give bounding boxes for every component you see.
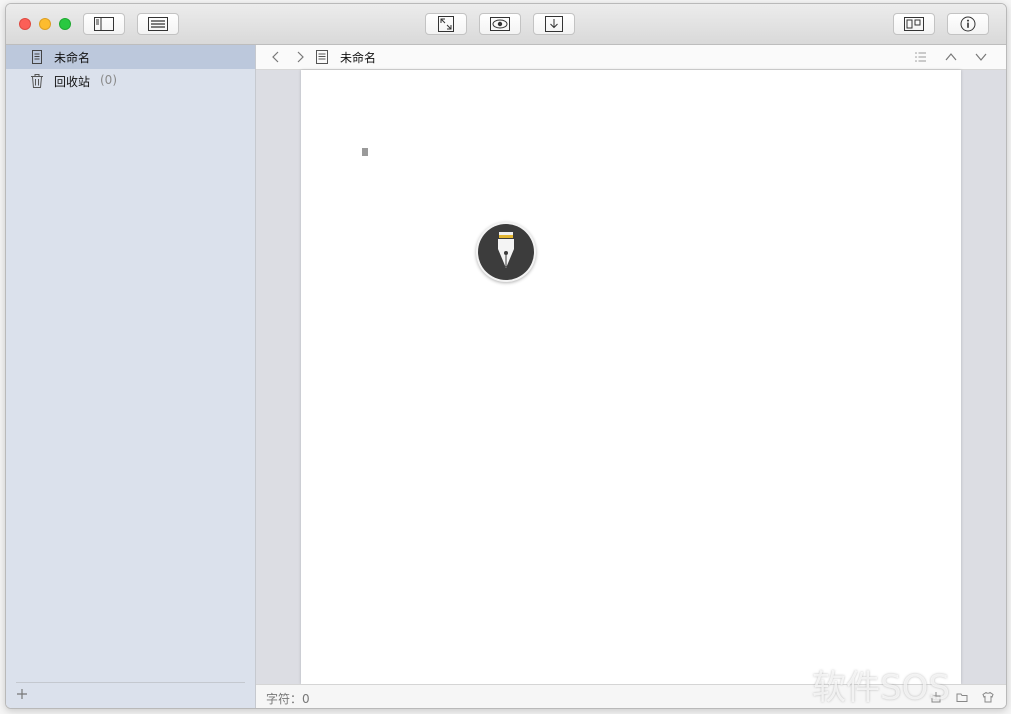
chevron-down-icon[interactable] bbox=[974, 51, 988, 63]
layout-button[interactable] bbox=[893, 13, 935, 35]
fountain-pen-logo-icon bbox=[476, 222, 536, 282]
shirt-icon[interactable] bbox=[982, 691, 994, 703]
character-count: 字符：0 bbox=[266, 692, 310, 706]
toggle-sidebar-button[interactable] bbox=[83, 13, 125, 35]
watermark-text: 软件SOS bbox=[812, 668, 950, 708]
preview-button[interactable] bbox=[479, 13, 521, 35]
fullscreen-button[interactable] bbox=[425, 13, 467, 35]
export-button[interactable] bbox=[533, 13, 575, 35]
sidebar-item-untitled[interactable]: 未命名 bbox=[6, 45, 255, 69]
add-document-button[interactable] bbox=[16, 688, 30, 702]
app-window: 未命名 回收站 (0) 未命名 字符：0 bbox=[5, 3, 1007, 709]
watermark: 软件SOS bbox=[812, 660, 950, 709]
list-icon bbox=[148, 17, 168, 31]
document-nav-bar: 未命名 bbox=[256, 45, 1006, 70]
sidebar-item-label: 未命名 bbox=[54, 51, 91, 65]
editor-area: 未命名 字符：0 bbox=[256, 45, 1006, 708]
expand-icon bbox=[438, 16, 454, 32]
document-list-button[interactable] bbox=[137, 13, 179, 35]
split-view-icon bbox=[904, 17, 924, 31]
title-bar bbox=[6, 4, 1006, 45]
sidebar-item-trash[interactable]: 回收站 (0) bbox=[6, 69, 255, 93]
outline-icon[interactable] bbox=[914, 51, 928, 63]
forward-arrow-icon[interactable] bbox=[294, 50, 306, 64]
info-icon bbox=[960, 16, 976, 32]
minimize-button[interactable] bbox=[39, 18, 51, 30]
document-title: 未命名 bbox=[340, 51, 377, 65]
sidebar-icon bbox=[94, 17, 114, 31]
eye-icon bbox=[490, 17, 510, 31]
document-icon bbox=[316, 50, 328, 64]
info-button[interactable] bbox=[947, 13, 989, 35]
chevron-up-icon[interactable] bbox=[944, 51, 958, 63]
sidebar: 未命名 回收站 (0) bbox=[6, 45, 256, 708]
sidebar-item-label: 回收站 bbox=[54, 75, 91, 89]
zoom-button[interactable] bbox=[59, 18, 71, 30]
plus-icon bbox=[17, 689, 27, 699]
trash-icon bbox=[31, 74, 43, 88]
close-button[interactable] bbox=[19, 18, 31, 30]
text-cursor bbox=[362, 148, 368, 156]
download-icon bbox=[545, 16, 563, 32]
sidebar-divider bbox=[16, 682, 245, 683]
editor-page[interactable] bbox=[301, 70, 961, 684]
folder-icon[interactable] bbox=[956, 691, 968, 703]
document-icon bbox=[32, 50, 42, 64]
trash-count: (0) bbox=[100, 73, 117, 87]
back-arrow-icon[interactable] bbox=[270, 50, 282, 64]
